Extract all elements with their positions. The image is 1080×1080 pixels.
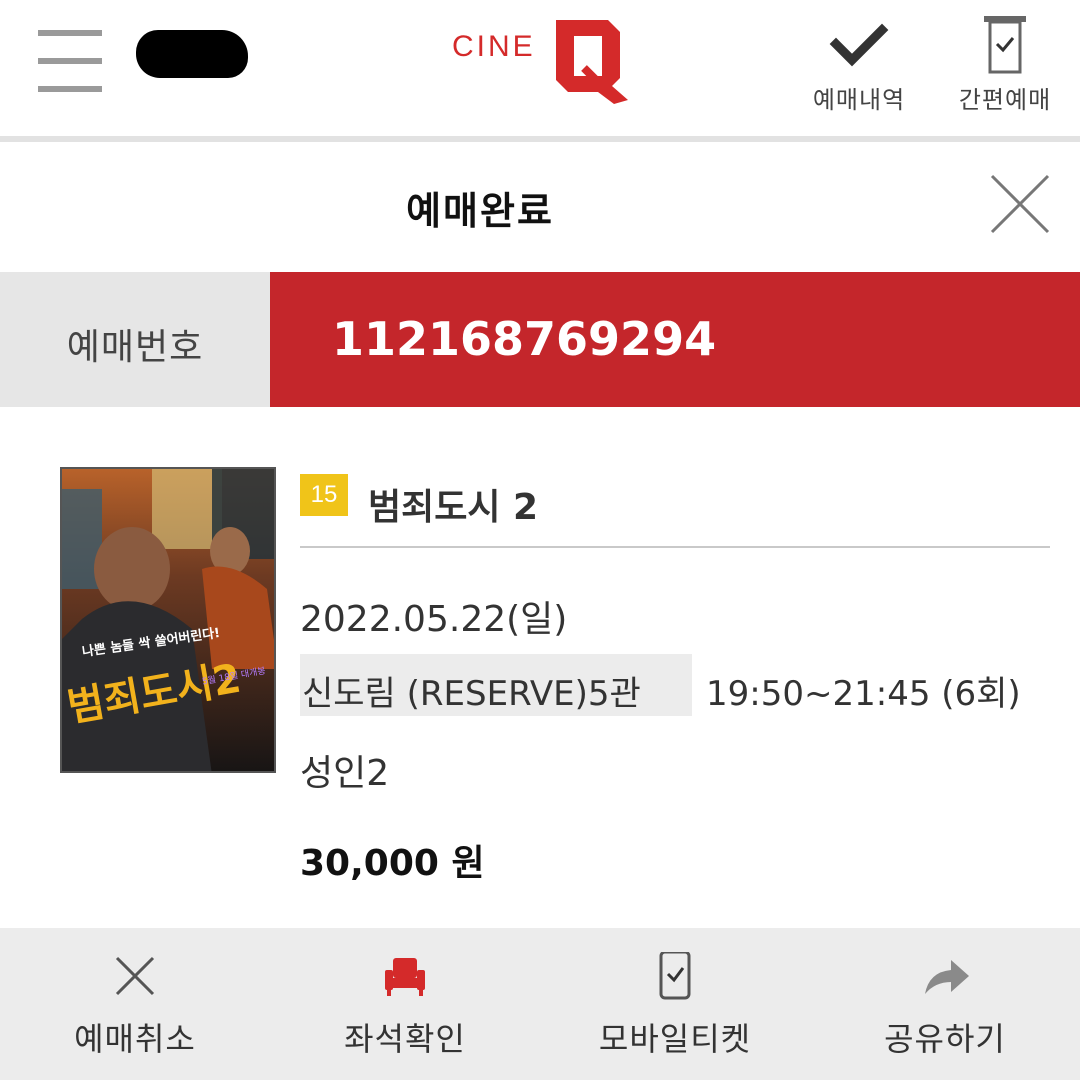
theater-name: 신도림 (RESERVE)5관 (302, 674, 641, 714)
booking-number-value: 112168769294 (332, 312, 717, 366)
quick-booking-button[interactable]: 간편예매 (950, 14, 1060, 114)
age-rating-badge: 15 (300, 474, 348, 516)
cancel-booking-label: 예매취소 (74, 1020, 196, 1058)
seat-check-button[interactable]: 좌석확인 (270, 928, 540, 1080)
redacted-area (136, 30, 248, 78)
share-label: 공유하기 (884, 1020, 1006, 1058)
seat-icon (385, 958, 425, 996)
movie-divider (300, 546, 1050, 548)
close-button[interactable] (988, 172, 1052, 236)
seat-check-label: 좌석확인 (344, 1020, 466, 1058)
receipt-check-icon (984, 16, 1026, 74)
movie-title: 범죄도시 2 (368, 487, 539, 528)
mobile-ticket-button[interactable]: 모바일티켓 (540, 928, 810, 1080)
close-icon (115, 956, 155, 996)
show-date: 2022.05.22(일) (300, 599, 568, 640)
show-time: 19:50~21:45 (6회) (706, 674, 1021, 714)
cineq-logo[interactable]: CINE Q (452, 14, 632, 106)
booking-history-button[interactable]: 예매내역 (804, 14, 914, 114)
movie-poster: 나쁜 놈들 싹 쓸어버린다! 범죄도시2 5월 18일 대개봉 (60, 467, 276, 773)
total-price: 30,000 원 (300, 843, 485, 884)
booking-value-cell: 112168769294 (270, 272, 1080, 407)
mobile-ticket-icon (659, 952, 691, 1000)
booking-number-label: 예매번호 (66, 327, 204, 368)
share-icon (925, 960, 969, 994)
share-button[interactable]: 공유하기 (810, 928, 1080, 1080)
menu-button[interactable] (38, 30, 102, 94)
page-title: 예매완료 (406, 189, 554, 233)
top-header: CINE Q 예매내역 간편예매 (0, 0, 1080, 136)
logo-q-icon: Q (452, 14, 628, 104)
title-row: 예매완료 (0, 142, 1080, 272)
cancel-booking-button[interactable]: 예매취소 (0, 928, 270, 1080)
mobile-ticket-label: 모바일티켓 (598, 1020, 752, 1058)
booking-label-cell: 예매번호 (0, 272, 270, 407)
checkmark-icon (829, 23, 889, 67)
booking-history-label: 예매내역 (812, 86, 906, 114)
booking-number-row: 예매번호 112168769294 (0, 272, 1080, 407)
bottom-action-bar: 예매취소 좌석확인 모바일티켓 공유하기 (0, 928, 1080, 1080)
svg-text:Q: Q (452, 14, 453, 15)
ticket-count: 성인2 (300, 753, 390, 794)
close-icon (990, 174, 1050, 234)
quick-booking-label: 간편예매 (958, 86, 1052, 114)
